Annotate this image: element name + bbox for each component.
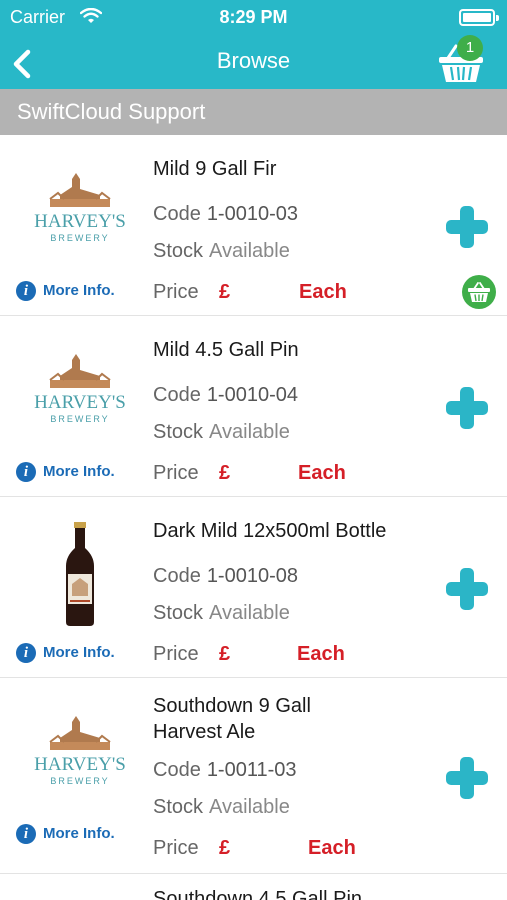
product-code: 1-0010-03 (206, 203, 298, 225)
product-row[interactable]: HARVEY'S BREWERY i More Info. Southdown … (0, 678, 507, 874)
nav-header: Carrier 8:29 PM Browse 1 (0, 0, 507, 89)
stock-status: Available (209, 602, 290, 624)
more-info-link[interactable]: i More Info. (16, 823, 146, 845)
svg-text:BREWERY: BREWERY (50, 414, 109, 424)
more-info-label: More Info. (43, 644, 115, 661)
harveys-logo: HARVEY'S BREWERY (34, 354, 126, 424)
status-bar: Carrier 8:29 PM (0, 0, 507, 36)
info-icon: i (16, 824, 36, 844)
stock-label: Stock (153, 602, 204, 624)
more-info-label: More Info. (43, 463, 115, 480)
code-line: Code 1-0010-04 (153, 384, 298, 407)
product-row[interactable]: HARVEY'S BREWERY i More Info. Mild 9 Gal… (0, 135, 507, 316)
product-row[interactable]: HARVEY'S BREWERY i More Info. Mild 4.5 G… (0, 316, 507, 497)
add-to-cart-button[interactable] (446, 757, 488, 799)
stock-label: Stock (153, 421, 204, 443)
product-row[interactable]: i More Info. Dark Mild 12x500ml Bottle C… (0, 497, 507, 678)
unit-label: Each (299, 281, 347, 303)
more-info-label: More Info. (43, 282, 115, 299)
price-symbol: £ (219, 643, 231, 665)
harveys-logo: HARVEY'S BREWERY (34, 716, 126, 786)
product-name: Mild 9 Gall Fir (153, 158, 277, 180)
info-icon: i (16, 462, 36, 482)
product-code: 1-0010-04 (206, 384, 298, 406)
price-label: Price (153, 281, 199, 303)
clock: 8:29 PM (219, 7, 288, 27)
price-label: Price (153, 837, 199, 859)
code-line: Code 1-0010-03 (153, 203, 298, 226)
stock-line: Stock Available (153, 796, 290, 819)
stock-status: Available (209, 240, 290, 262)
cart-count-badge: 1 (457, 35, 483, 61)
svg-text:BREWERY: BREWERY (50, 233, 109, 243)
price-label: Price (153, 462, 199, 484)
add-to-cart-button[interactable] (446, 568, 488, 610)
product-name: Dark Mild 12x500ml Bottle (153, 520, 387, 542)
bottle-image (66, 522, 94, 626)
unit-label: Each (308, 837, 356, 859)
section-header: SwiftCloud Support (0, 89, 507, 135)
stock-label: Stock (153, 796, 204, 818)
more-info-label: More Info. (43, 825, 115, 842)
more-info-link[interactable]: i More Info. (16, 461, 146, 483)
page-title: Browse (216, 48, 291, 73)
code-label: Code (153, 203, 201, 225)
product-code: 1-0010-08 (206, 565, 298, 587)
stock-line: Stock Available (153, 602, 290, 625)
battery-icon (459, 9, 499, 26)
more-info-link[interactable]: i More Info. (16, 280, 146, 302)
stock-line: Stock Available (153, 240, 290, 263)
stock-line: Stock Available (153, 421, 290, 444)
add-to-cart-button[interactable] (446, 387, 488, 429)
svg-text:HARVEY'S: HARVEY'S (34, 754, 126, 775)
price-symbol: £ (219, 837, 231, 859)
code-line: Code 1-0010-08 (153, 565, 298, 588)
unit-label: Each (298, 462, 346, 484)
price-symbol: £ (219, 462, 231, 484)
in-cart-icon (462, 275, 496, 309)
product-name: Southdown 9 Gall Harvest Ale (153, 695, 311, 743)
harveys-logo: HARVEY'S BREWERY (34, 173, 126, 243)
code-line: Code 1-0011-03 (153, 759, 297, 782)
code-label: Code (153, 384, 201, 406)
info-icon: i (16, 281, 36, 301)
add-to-cart-button[interactable] (446, 206, 488, 248)
svg-text:BREWERY: BREWERY (50, 776, 109, 786)
stock-status: Available (209, 421, 290, 443)
more-info-link[interactable]: i More Info. (16, 642, 146, 664)
code-label: Code (153, 759, 201, 781)
stock-label: Stock (153, 240, 204, 262)
code-label: Code (153, 565, 201, 587)
stock-status: Available (209, 796, 290, 818)
price-symbol: £ (219, 281, 231, 303)
product-name: Southdown 4.5 Gall Pin (153, 888, 363, 900)
product-row[interactable]: Southdown 4.5 Gall Pin (0, 874, 507, 900)
product-code: 1-0011-03 (206, 759, 297, 781)
svg-text:HARVEY'S: HARVEY'S (34, 392, 126, 413)
price-label: Price (153, 643, 199, 665)
unit-label: Each (297, 643, 345, 665)
info-icon: i (16, 643, 36, 663)
product-name: Mild 4.5 Gall Pin (153, 339, 299, 361)
svg-text:HARVEY'S: HARVEY'S (34, 211, 126, 232)
